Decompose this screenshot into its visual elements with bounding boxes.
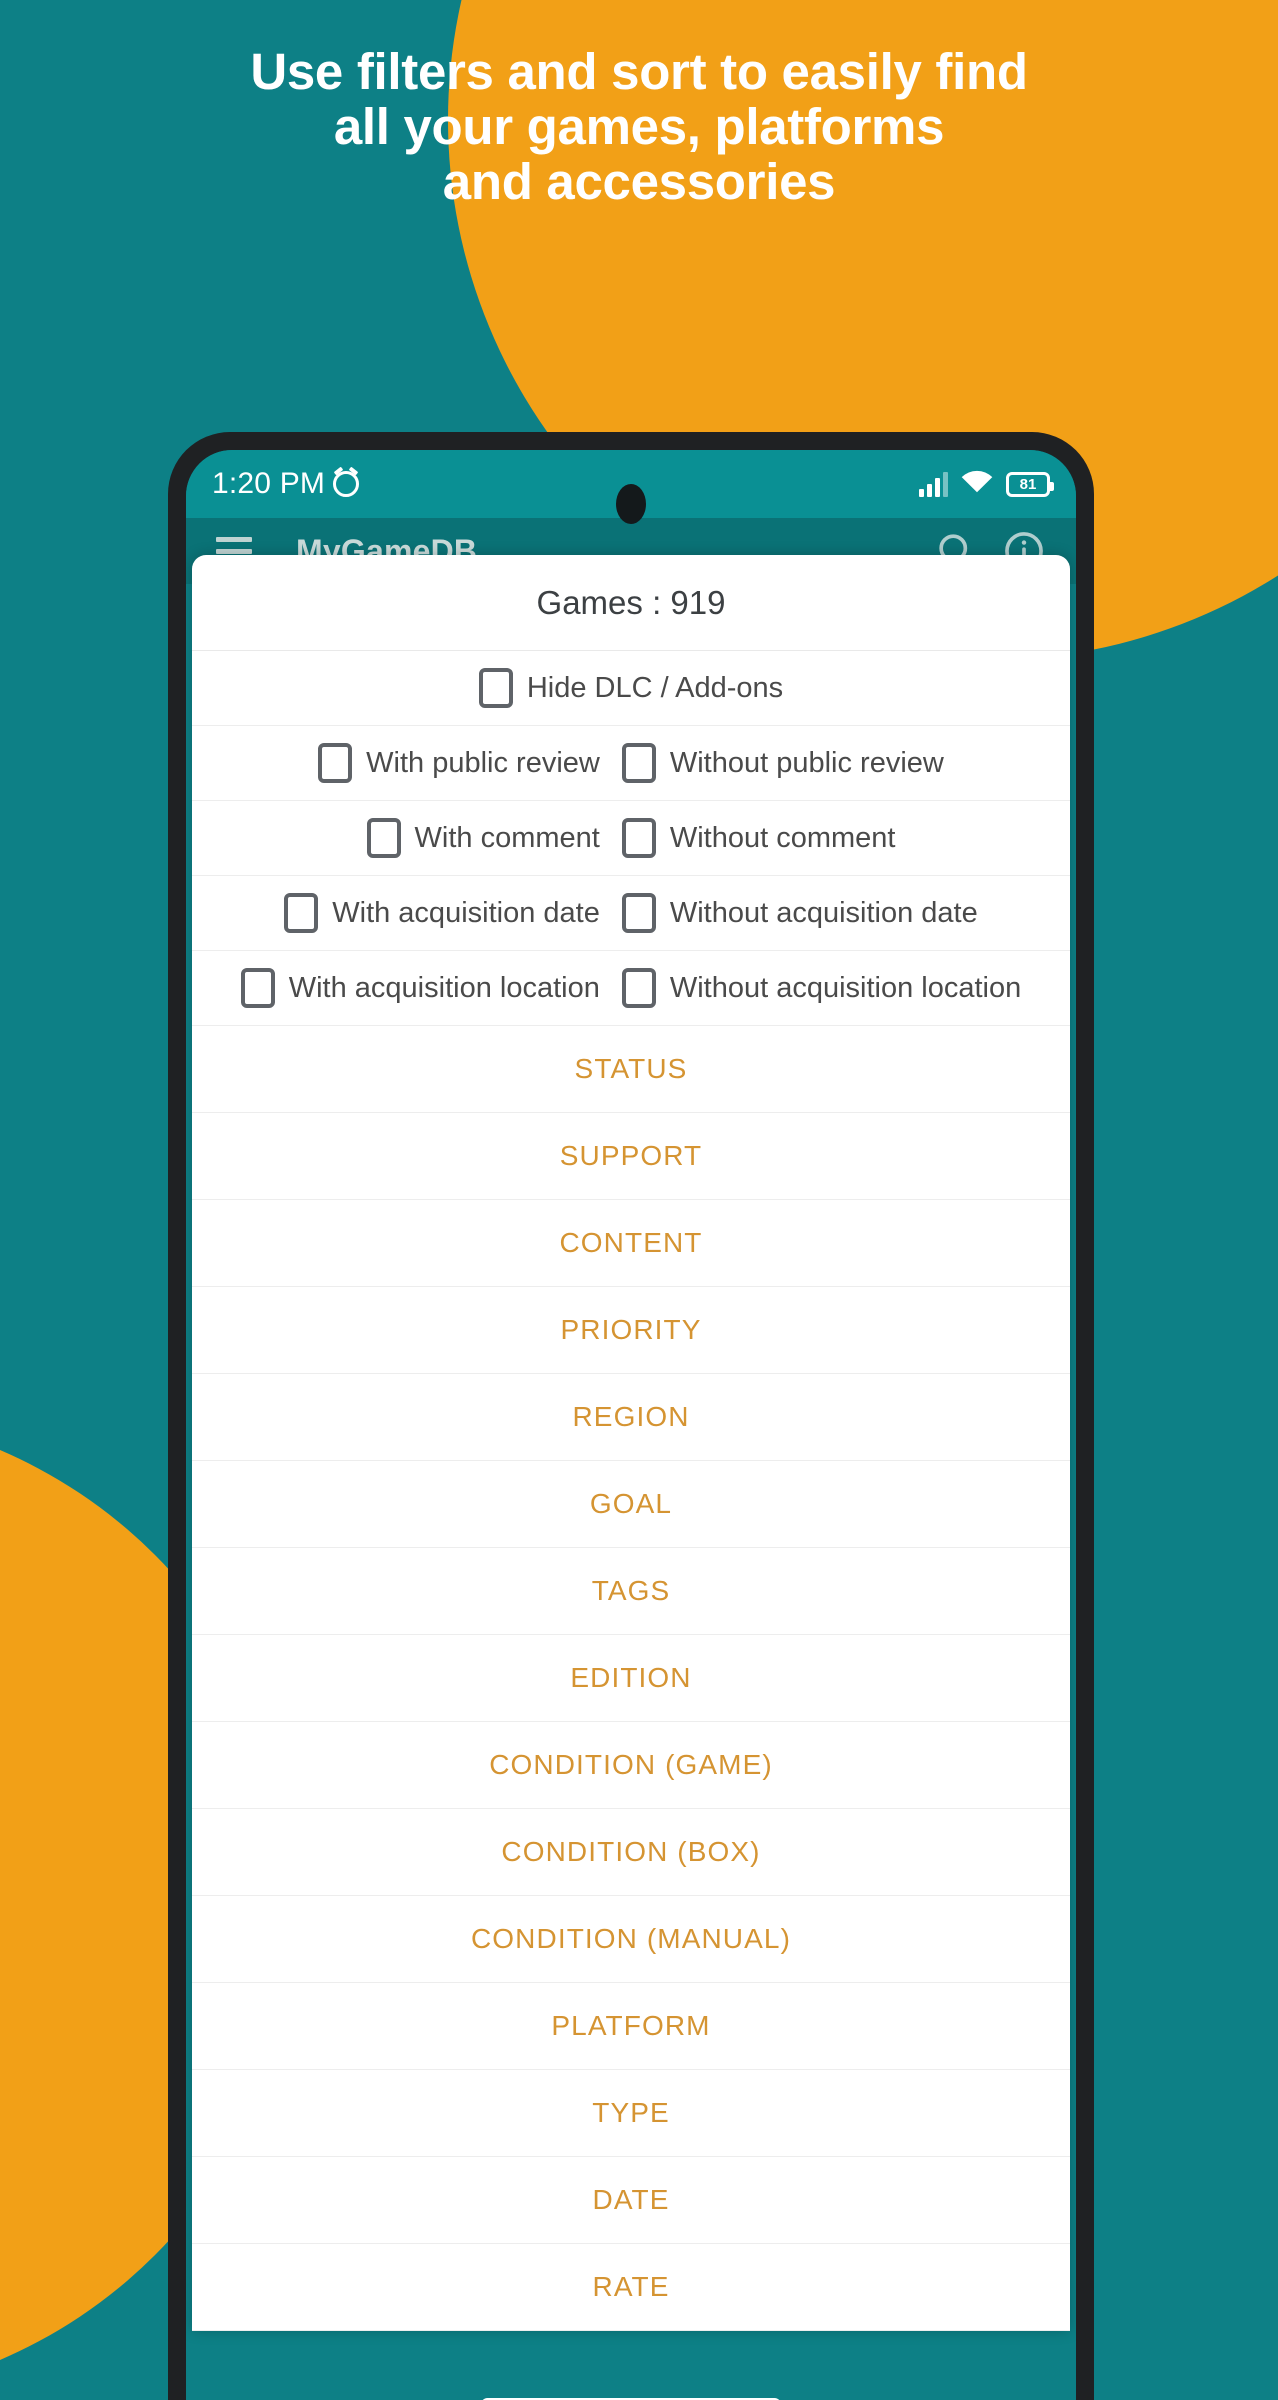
checkbox-label: Without public review: [669, 746, 944, 779]
promo-screenshot: Use filters and sort to easily find all …: [0, 0, 1278, 2400]
section-label: GOAL: [589, 1488, 673, 1519]
status-bar-right: 81: [919, 469, 1054, 500]
section-label: CONTENT: [559, 1227, 703, 1258]
section-label: TYPE: [592, 2097, 670, 2128]
filter-section-type[interactable]: TYPE: [192, 2070, 1070, 2157]
signal-bars-icon: [919, 471, 948, 497]
status-bar: 1:20 PM 81: [186, 450, 1076, 524]
section-label: CONDITION (MANUAL): [470, 1923, 792, 1954]
filter-section-condition-game[interactable]: CONDITION (GAME): [192, 1722, 1070, 1809]
section-label: REGION: [572, 1401, 690, 1432]
filter-section-region[interactable]: REGION: [192, 1374, 1070, 1461]
checkbox-with-public-review[interactable]: [318, 743, 353, 783]
checkbox-without-comment[interactable]: [621, 818, 656, 858]
filter-section-edition[interactable]: EDITION: [192, 1635, 1070, 1722]
camera-cutout: [616, 484, 646, 524]
filter-section-tags[interactable]: TAGS: [192, 1548, 1070, 1635]
checkbox-hide-dlc[interactable]: [478, 668, 513, 708]
section-label: CONDITION (GAME): [489, 1749, 773, 1780]
checkbox-without-acquisition-location[interactable]: [621, 968, 656, 1008]
section-label: PLATFORM: [551, 2010, 711, 2041]
filter-section-goal[interactable]: GOAL: [192, 1461, 1070, 1548]
filter-dialog: Games : 919 Hide DLC / Add-ons With publ…: [192, 555, 1070, 2331]
section-label: CONDITION (BOX): [501, 1836, 761, 1867]
filter-row-public-review: With public review Without public review: [192, 726, 1070, 801]
checkbox-item-with-comment[interactable]: With comment: [366, 818, 600, 858]
checkbox-item-with-acquisition-location[interactable]: With acquisition location: [240, 968, 600, 1008]
filter-row-hide-dlc: Hide DLC / Add-ons: [192, 651, 1070, 726]
headline-line-1: Use filters and sort to easily find: [250, 43, 1028, 100]
checkbox-label: With acquisition location: [288, 971, 600, 1004]
filter-section-support[interactable]: SUPPORT: [192, 1113, 1070, 1200]
checkbox-without-public-review[interactable]: [621, 743, 656, 783]
battery-level-text: 81: [1019, 475, 1037, 493]
checkbox-item-without-acquisition-date[interactable]: Without acquisition date: [621, 893, 978, 933]
section-label: EDITION: [570, 1662, 692, 1693]
headline-line-2: all your games, platforms: [333, 98, 945, 156]
filter-section-platform[interactable]: PLATFORM: [192, 1983, 1070, 2070]
section-label: DATE: [592, 2184, 670, 2215]
section-label: TAGS: [591, 1575, 671, 1606]
checkbox-label: With comment: [414, 821, 600, 854]
wifi-icon: [960, 469, 994, 500]
filter-row-acquisition-location: With acquisition location Without acquis…: [192, 951, 1070, 1026]
filter-section-condition-manual[interactable]: CONDITION (MANUAL): [192, 1896, 1070, 1983]
checkbox-item-without-acquisition-location[interactable]: Without acquisition location: [621, 968, 1022, 1008]
checkbox-label: With acquisition date: [332, 896, 600, 929]
checkbox-item-hide-dlc[interactable]: Hide DLC / Add-ons: [478, 668, 784, 708]
phone-mockup-frame: 1:20 PM 81 MyGameDB Games: 919 Hide DLC…: [168, 432, 1094, 2400]
filter-section-status[interactable]: STATUS: [192, 1026, 1070, 1113]
filter-row-comment: With comment Without comment: [192, 801, 1070, 876]
checkbox-without-acquisition-date[interactable]: [621, 893, 656, 933]
section-label: STATUS: [574, 1053, 688, 1084]
checkbox-item-without-comment[interactable]: Without comment: [621, 818, 896, 858]
checkbox-item-with-acquisition-date[interactable]: With acquisition date: [284, 893, 600, 933]
checkbox-with-comment[interactable]: [366, 818, 401, 858]
gesture-nav-bar: [186, 2366, 1076, 2400]
checkbox-item-with-public-review[interactable]: With public review: [318, 743, 600, 783]
filter-section-date[interactable]: DATE: [192, 2157, 1070, 2244]
alarm-icon: [333, 471, 360, 497]
status-bar-left: 1:20 PM: [212, 467, 360, 501]
status-bar-clock: 1:20 PM: [212, 467, 326, 500]
filter-section-condition-box[interactable]: CONDITION (BOX): [192, 1809, 1070, 1896]
section-label: SUPPORT: [559, 1140, 703, 1171]
checkbox-label: Without acquisition location: [669, 971, 1022, 1004]
phone-screen: 1:20 PM 81 MyGameDB Games: 919 Hide DLC…: [186, 450, 1076, 2400]
checkbox-label: Hide DLC / Add-ons: [526, 671, 784, 704]
headline-line-3: and accessories: [442, 153, 836, 211]
checkbox-label: With public review: [366, 746, 600, 779]
checkbox-with-acquisition-date[interactable]: [284, 893, 319, 933]
filter-dialog-title: Games : 919: [192, 555, 1070, 651]
checkbox-with-acquisition-location[interactable]: [240, 968, 275, 1008]
filter-section-rate[interactable]: RATE: [192, 2244, 1070, 2331]
checkbox-label: Without acquisition date: [669, 896, 978, 929]
promo-headline: Use filters and sort to easily find all …: [0, 44, 1278, 209]
filter-section-priority[interactable]: PRIORITY: [192, 1287, 1070, 1374]
checkbox-item-without-public-review[interactable]: Without public review: [621, 743, 944, 783]
filter-row-acquisition-date: With acquisition date Without acquisitio…: [192, 876, 1070, 951]
filter-section-content[interactable]: CONTENT: [192, 1200, 1070, 1287]
checkbox-label: Without comment: [669, 821, 896, 854]
section-label: PRIORITY: [560, 1314, 702, 1345]
section-label: RATE: [592, 2271, 670, 2302]
battery-icon: 81: [1006, 471, 1054, 497]
